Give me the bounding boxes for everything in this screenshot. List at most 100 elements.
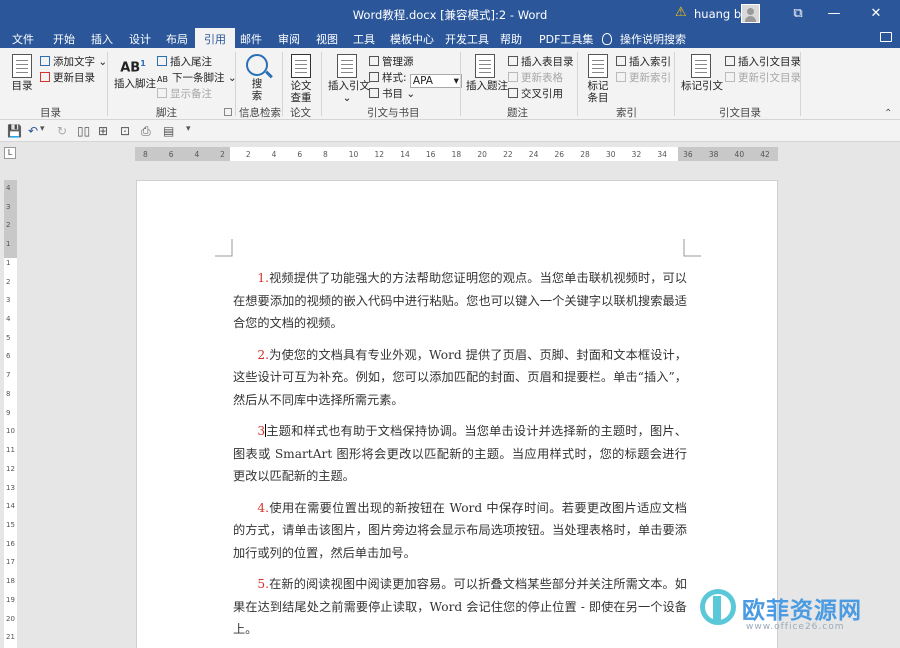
update-toa-button[interactable]: 更新引文目录 — [725, 70, 801, 85]
manage-sources-button[interactable]: 管理源 — [369, 54, 414, 69]
customize-qat-icon[interactable]: ▾ — [186, 124, 191, 134]
watermark: 欧菲资源网 www.office26.com — [700, 587, 900, 648]
ruler-tick: 4 — [271, 150, 277, 159]
lightbulb-icon — [602, 33, 612, 45]
add-text-button[interactable]: 添加文字 ⌄ — [40, 54, 107, 69]
mark-citation-button[interactable]: 标记引文 — [681, 54, 723, 92]
ruler-tick: 14 — [6, 502, 15, 511]
undo-icon[interactable]: ↶ — [28, 124, 38, 138]
update-toc-button[interactable]: 更新目录 — [40, 70, 95, 85]
tab-template-center[interactable]: 模板中心 — [390, 31, 434, 47]
paragraph-text: 使用在需要位置出现的新按钮在 Word 中保存时间。若要更改图片适应文档的方式，… — [233, 500, 687, 560]
add-text-label: 添加文字 — [53, 56, 95, 68]
tab-references[interactable]: 引用 — [195, 28, 235, 48]
ruler-row: L 8 6 4 2 2 4 6 8 10 12 14 16 18 20 22 24 26 28 30 32 34 36 38… — [0, 142, 900, 164]
paragraph[interactable]: 4.使用在需要位置出现的新按钮在 Word 中保存时间。若要更改图片适应文档的方… — [233, 497, 687, 565]
ruler-tick: 28 — [580, 150, 590, 159]
paragraph[interactable]: 1.视频提供了功能强大的方法帮助您证明您的观点。当您单击联机视频时，可以在想要添… — [233, 267, 687, 335]
ruler-tick: 14 — [400, 150, 410, 159]
tab-home[interactable]: 开始 — [53, 31, 75, 47]
redo-icon[interactable]: ↻ — [57, 124, 67, 138]
ruler-tick: 40 — [734, 150, 745, 159]
tab-insert[interactable]: 插入 — [91, 31, 113, 47]
ruler-tick: 19 — [6, 595, 15, 604]
insert-toa-button[interactable]: 插入引文目录 — [725, 54, 801, 69]
tab-mailings[interactable]: 邮件 — [240, 31, 262, 47]
tab-selector[interactable]: L — [4, 147, 16, 159]
tell-me-search[interactable]: 操作说明搜索 — [602, 31, 686, 47]
ruler-tick: 4 — [194, 150, 200, 159]
insert-footnote-button[interactable]: AB1 插入脚注 — [114, 56, 156, 90]
bibliography-button[interactable]: 书目 ⌄ — [369, 86, 415, 101]
tab-file[interactable]: 文件 — [12, 31, 34, 47]
insert-table-of-figures-button[interactable]: 插入表目录 — [508, 54, 574, 69]
mark-entry-icon — [588, 54, 608, 78]
ruler-tick: 13 — [6, 483, 15, 492]
document-icon[interactable]: ▤ — [163, 124, 174, 138]
tab-developer[interactable]: 开发工具 — [445, 31, 489, 47]
tab-tools[interactable]: 工具 — [353, 31, 375, 47]
columns-icon[interactable]: ▯▯ — [77, 124, 90, 138]
paragraph-number: 5. — [257, 577, 270, 591]
paragraph[interactable]: 3主题和样式也有助于文档保持协调。当您单击设计并选择新的主题时，图片、图表或 S… — [233, 420, 687, 488]
tab-layout[interactable]: 布局 — [166, 31, 188, 47]
search-button[interactable]: 搜索 — [245, 54, 269, 102]
show-notes-label: 显示备注 — [170, 88, 212, 100]
undo-dropdown-icon[interactable]: ▾ — [40, 124, 45, 134]
paper-check-button[interactable]: 论文查重 — [288, 54, 314, 104]
show-notes-button[interactable]: 显示备注 — [157, 86, 212, 101]
ruler-tick: 11 — [6, 446, 15, 455]
insert-caption-button[interactable]: 插入题注 — [466, 54, 508, 92]
insert-endnote-button[interactable]: 插入尾注 — [157, 54, 212, 69]
insert-index-button[interactable]: 插入索引 — [616, 54, 671, 69]
next-footnote-button[interactable]: AB 下一条脚注 ⌄ — [157, 70, 237, 85]
vertical-ruler[interactable]: 4 3 2 1 1 2 3 4 5 6 7 8 9 10 11 12 13 14 15 16 17 18 19 20 21 — [4, 180, 17, 648]
ruler-tick: 16 — [6, 539, 15, 548]
manage-sources-icon — [369, 56, 379, 66]
update-table-button[interactable]: 更新表格 — [508, 70, 563, 85]
tab-help[interactable]: 帮助 — [500, 31, 522, 47]
ruler-tick: 5 — [6, 333, 11, 342]
save-icon[interactable]: 💾 — [7, 124, 22, 138]
avatar[interactable] — [741, 4, 760, 23]
comments-icon[interactable] — [880, 32, 892, 42]
close-icon: ✕ — [870, 6, 882, 21]
group-label-captions: 题注 — [507, 107, 528, 119]
manage-sources-label: 管理源 — [382, 56, 414, 68]
group-label-index: 索引 — [616, 107, 637, 119]
network-icon[interactable]: ⊞ — [98, 124, 108, 138]
ruler-tick: 8 — [6, 389, 11, 398]
paragraph[interactable]: 5.在新的阅读视图中阅读更加容易。可以折叠文档某些部分并关注所需文本。如果在达到… — [233, 573, 687, 641]
ribbon: 目录 添加文字 ⌄ 更新目录 目录 AB1 插入脚注 插入尾注 AB 下一条脚注 … — [0, 48, 900, 120]
warning-icon[interactable]: ⚠ — [675, 5, 687, 20]
minimize-button[interactable]: — — [816, 0, 852, 28]
update-index-button[interactable]: 更新索引 — [616, 70, 671, 85]
close-button[interactable]: ✕ — [852, 0, 900, 28]
mark-entry-button[interactable]: 标记条目 — [584, 54, 612, 104]
document-page[interactable]: 1.视频提供了功能强大的方法帮助您证明您的观点。当您单击联机视频时，可以在想要添… — [136, 180, 778, 648]
horizontal-ruler[interactable]: 8 6 4 2 2 4 6 8 10 12 14 16 18 20 22 24 26 28 30 32 34 36 38 40… — [135, 147, 778, 161]
tab-pdf-tools[interactable]: PDF工具集 — [539, 31, 593, 47]
insert-toa-icon — [725, 56, 735, 66]
tab-view[interactable]: 视图 — [316, 31, 338, 47]
document-body[interactable]: 1.视频提供了功能强大的方法帮助您证明您的观点。当您单击联机视频时，可以在想要添… — [233, 267, 687, 648]
style-dropdown[interactable]: APA ▾ — [409, 74, 462, 88]
group-separator — [282, 52, 283, 116]
paragraph[interactable]: 2.为使您的文档具有专业外观，Word 提供了页眉、页脚、封面和文本框设计，这些… — [233, 344, 687, 412]
insert-index-label: 插入索引 — [629, 56, 671, 68]
ruler-tick: 6 — [168, 150, 174, 159]
print-icon[interactable]: ⎙ — [141, 124, 151, 139]
ribbon-display-options-button[interactable]: ⧉ — [780, 0, 816, 28]
footnote-dialog-launcher[interactable] — [224, 108, 232, 116]
tell-me-label: 操作说明搜索 — [620, 33, 686, 46]
collapse-ribbon-icon[interactable]: ⌃ — [884, 108, 892, 119]
tab-review[interactable]: 审阅 — [278, 31, 300, 47]
toc-button[interactable]: 目录 — [10, 54, 34, 92]
cross-reference-button[interactable]: 交叉引用 — [508, 86, 563, 101]
ruler-tick: 4 — [6, 184, 11, 192]
tab-design[interactable]: 设计 — [129, 31, 151, 47]
print-preview-icon[interactable]: ⊡ — [120, 124, 130, 138]
insert-citation-button[interactable]: 插入引文 ⌄ — [328, 54, 370, 104]
paragraph-text: 视频提供了功能强大的方法帮助您证明您的观点。当您单击联机视频时，可以在想要添加的… — [233, 271, 687, 330]
footnote-icon: AB1 — [120, 59, 146, 76]
